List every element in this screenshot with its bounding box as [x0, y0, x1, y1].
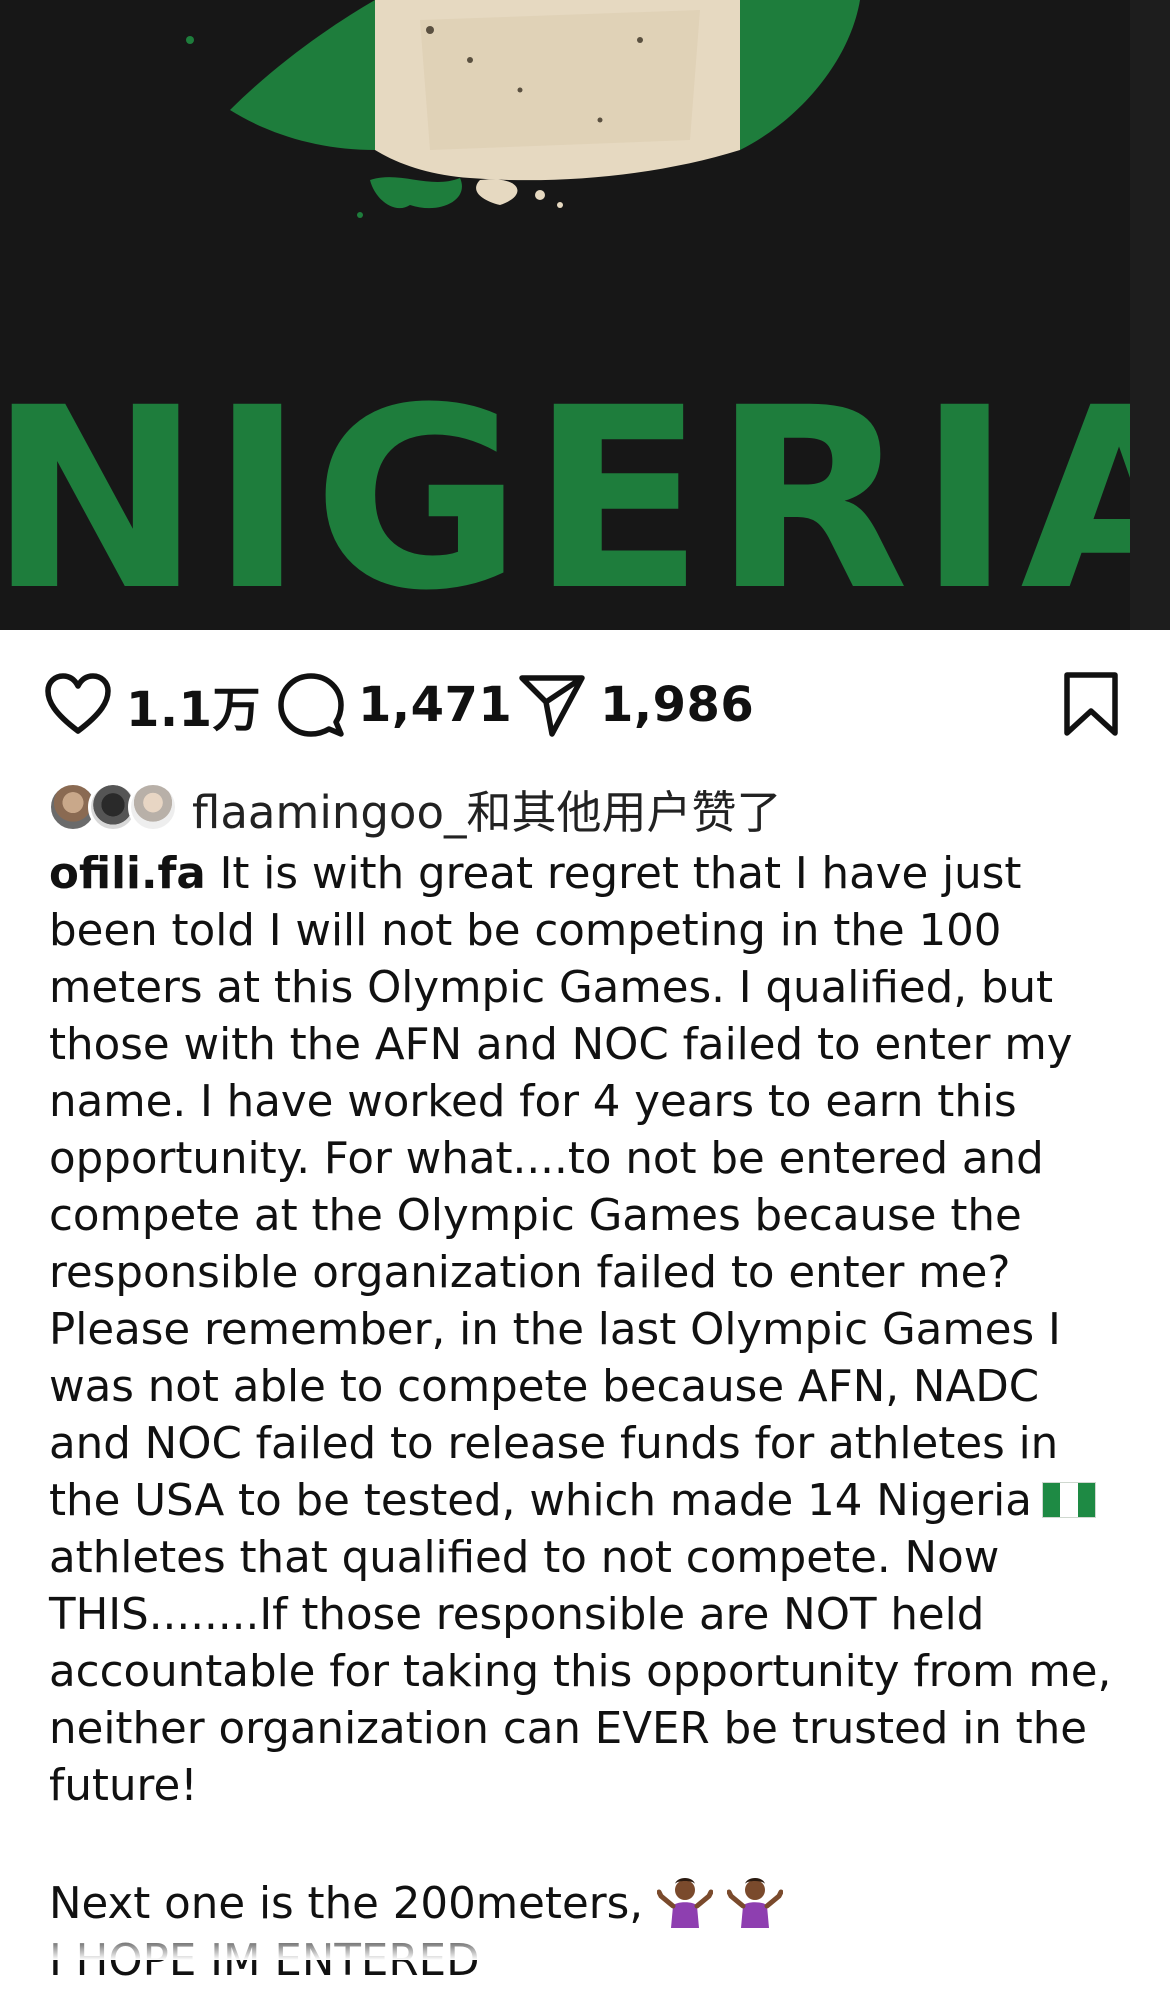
caption-username[interactable]: ofili.fa	[49, 849, 206, 899]
heart-icon[interactable]	[44, 673, 112, 737]
liked-by-text[interactable]: flaamingoo_和其他用户赞了	[192, 776, 781, 841]
bookmark-icon[interactable]	[1062, 671, 1120, 739]
share-action[interactable]: 1,986	[518, 670, 754, 740]
liked-by-avatars[interactable]	[48, 780, 184, 836]
share-count: 1,986	[600, 677, 755, 733]
caption-text-part1: It is with great regret that I have just…	[49, 849, 1087, 1526]
nigeria-flag-icon	[1041, 1482, 1096, 1518]
save-action[interactable]	[1062, 670, 1120, 740]
post-caption: ofili.fa It is with great regret that I …	[49, 846, 1129, 1990]
caption-next-line: Next one is the 200meters,	[49, 1879, 644, 1929]
like-action[interactable]: 1.1万	[44, 670, 261, 740]
send-icon[interactable]	[518, 672, 586, 738]
person-shrugging-icon	[726, 1872, 784, 1928]
comment-icon[interactable]	[278, 672, 344, 738]
post-image[interactable]: NIGERIA	[0, 0, 1170, 630]
comment-count: 1,471	[358, 677, 513, 733]
person-shrugging-icon	[656, 1872, 714, 1928]
image-edge	[1130, 0, 1170, 630]
liked-by-row[interactable]: flaamingoo_和其他用户赞了	[48, 776, 781, 841]
like-count: 1.1万	[126, 682, 262, 738]
avatar[interactable]	[128, 782, 178, 832]
comment-action[interactable]: 1,471	[278, 670, 512, 740]
action-bar: 1.1万 1,471 1,986	[0, 650, 1170, 760]
banner-text: NIGERIA	[0, 354, 1170, 630]
caption-text-part2: athletes that qualified to not compete. …	[49, 1476, 1126, 1811]
bottom-fade	[0, 1930, 1170, 1960]
